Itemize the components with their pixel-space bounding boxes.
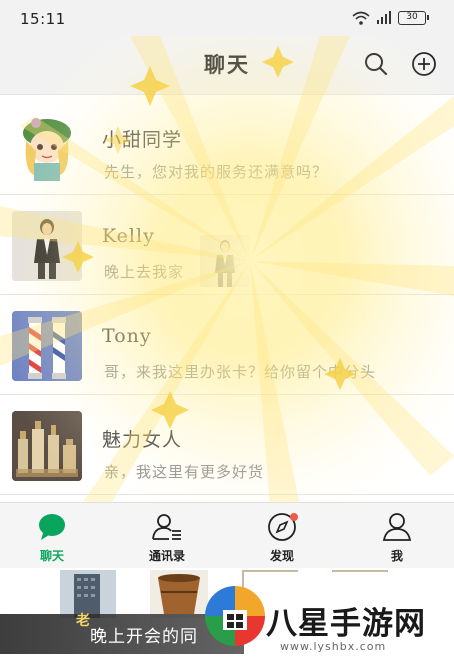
add-circle-icon[interactable] [410, 50, 438, 78]
signal-icon [377, 11, 391, 24]
person-icon [382, 513, 412, 541]
app-header: 聊天 [0, 36, 454, 94]
chat-preview: 先生，您对我的服务还满意吗？ [104, 163, 329, 181]
bottom-tab-bar: 聊天 通讯录 发现 我 [0, 502, 454, 568]
chat-name: 魅力女人 [102, 429, 183, 451]
chat-row-meili[interactable]: 魅力女人 亲，我这里有更多好货 [0, 395, 454, 495]
notification-dot [290, 513, 298, 521]
wifi-icon [352, 11, 370, 25]
video-caption: 晚上开会的同 [90, 627, 198, 647]
tab-label: 发现 [269, 549, 294, 563]
barber-pole-avatar [12, 311, 82, 381]
tab-me[interactable]: 我 [357, 511, 437, 564]
chat-name: Tony [102, 325, 152, 347]
search-icon[interactable] [362, 50, 390, 78]
chat-bubble-icon [39, 514, 65, 540]
status-time: 15:11 [20, 10, 66, 28]
chat-row-xiaotian[interactable]: 小甜同学 先生，您对我的服务还满意吗？ [0, 95, 454, 195]
tab-contacts[interactable]: 通讯录 [127, 511, 207, 564]
chat-row-tony[interactable]: Tony 哥，来我这里办张卡？给你留个中分头 [0, 295, 454, 395]
woman-photo-avatar [12, 211, 82, 281]
chat-preview: 亲，我这里有更多好货 [104, 463, 265, 481]
watermark-text: 八星手游网 [266, 606, 426, 642]
shared-photo-thumbnail[interactable] [200, 235, 250, 287]
phone-screen: 15:11 30 聊天 小甜同学 先生，您对我的服务还满意吗？ Kelly 晚上… [0, 0, 454, 659]
tab-label: 聊天 [39, 549, 64, 563]
contacts-icon [152, 514, 181, 540]
caption-prefix: 老 [76, 613, 90, 629]
chat-row-kelly[interactable]: Kelly 晚上去我家 [0, 195, 454, 295]
chat-name: 小甜同学 [102, 129, 183, 151]
tab-label: 我 [390, 549, 403, 563]
cosmetics-avatar [12, 411, 82, 481]
tab-discover[interactable]: 发现 [242, 511, 322, 564]
battery-icon: 30 [398, 11, 429, 25]
wooden-bucket-thumbnail [150, 570, 208, 618]
cartoon-girl-avatar [12, 111, 82, 181]
chat-list: 小甜同学 先生，您对我的服务还满意吗？ Kelly 晚上去我家 Tony 哥，来… [0, 94, 454, 502]
status-icons: 30 [352, 11, 429, 25]
tab-chat[interactable]: 聊天 [12, 511, 92, 564]
chat-name: Kelly [102, 225, 155, 247]
chat-preview: 哥，来我这里办张卡？给你留个中分头 [104, 363, 377, 381]
status-bar: 15:11 30 [0, 0, 454, 36]
watermark-url: www.lyshbx.com [280, 640, 387, 653]
chat-preview: 晚上去我家 [104, 263, 185, 281]
tab-label: 通讯录 [148, 549, 185, 563]
